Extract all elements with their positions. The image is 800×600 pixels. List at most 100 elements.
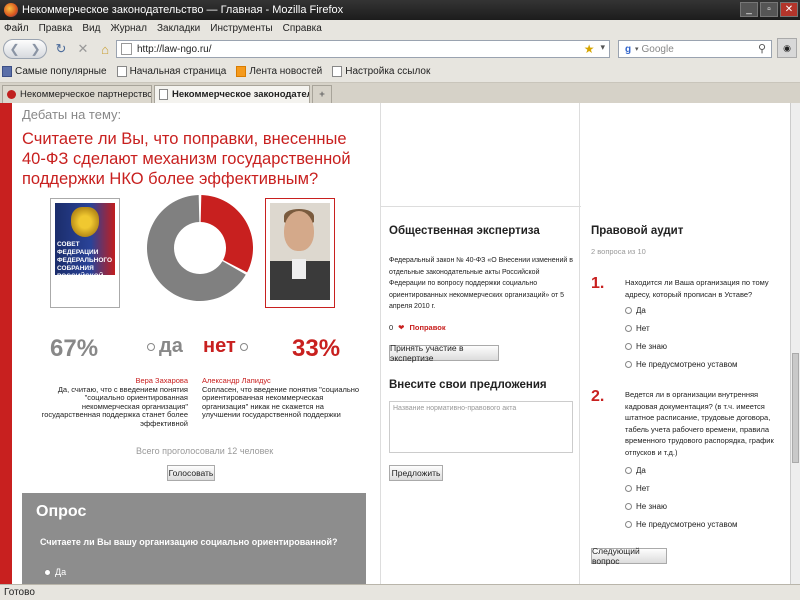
suggest-textarea[interactable]: Название нормативно-правового акта [389,401,573,453]
q1-option-yes[interactable]: Да [625,306,646,315]
total-votes: Всего проголосовали 12 человек [136,446,274,456]
yes-argument: Вера Захарова Да, считаю, что с введение… [40,376,188,428]
tab-page-icon [159,89,168,100]
audit-progress: 2 вопроса из 10 [591,247,646,256]
bookmark-most-visited[interactable]: Самые популярные [2,66,107,77]
person-face [284,211,314,251]
yes-option[interactable]: да [147,335,183,358]
vote-button[interactable]: Голосовать [167,465,215,481]
vote-donut-chart [146,195,253,301]
no-argument: Александр Лапидус Сопласен, что введение… [202,376,362,420]
menu-bar: Файл Правка Вид Журнал Закладки Инструме… [0,20,800,37]
search-magnifier-icon[interactable]: ⚲ [758,42,766,55]
poll-answer-yes[interactable]: Да [44,567,66,577]
bookmark-customize-links[interactable]: Настройка ссылок [332,66,430,77]
url-bar[interactable]: http://law-ngo.ru/ ★ ▾ [116,40,610,58]
close-window-button[interactable]: ✕ [780,2,798,17]
debate-heading: Дебаты на тему: [22,107,122,122]
poll-yes-radio[interactable] [44,568,51,576]
window-controls: _ ▫ ✕ [740,2,798,17]
firefox-icon [4,3,18,17]
yes-percentage: 67% [50,335,99,362]
audit-title: Правовой аудит [591,225,684,237]
join-expertise-button[interactable]: Принять участие в экспертизе [389,343,499,363]
menu-tools[interactable]: Инструменты [210,23,272,34]
q2-option-no[interactable]: Нет [625,484,650,493]
search-placeholder: Google [641,43,674,55]
bookmarks-toolbar: Самые популярные Начальная страница Лент… [0,61,800,83]
home-icon[interactable]: ⌂ [95,40,115,58]
maximize-button[interactable]: ▫ [760,2,778,17]
poll-panel: Опрос Считаете ли Вы вашу организацию со… [22,493,366,584]
poll-question: Считаете ли Вы вашу организацию социальн… [40,537,338,547]
url-dropdown-icon[interactable]: ▾ [600,42,605,56]
rss-icon [236,66,247,77]
tab-legislation[interactable]: Некоммерческое законодатель... ✕ [154,85,310,103]
opponent-portrait [265,198,335,308]
no-radio[interactable] [239,342,248,351]
expertise-text: Федеральный закон № 40-ФЗ «О Внесении из… [389,257,573,310]
q2-option-yes[interactable]: Да [625,466,646,475]
question-2-number: 2. [591,388,605,405]
no-option[interactable]: нет [203,335,248,358]
back-arrow-icon[interactable]: ❮ [9,42,19,56]
page-content: Дебаты на тему: Считаете ли Вы, что попр… [0,103,790,584]
back-forward-buttons: ❮ ❯ [3,39,47,59]
q2-option-not-provided[interactable]: Не предусмотрено уставом [625,520,738,529]
scrollbar-thumb[interactable] [792,353,799,463]
reload-icon[interactable]: ↻ [51,40,71,58]
flag-caption: СОВЕТ ФЕДЕРАЦИИ ФЕДЕРАЛЬНОГО СОБРАНИЯ РО… [57,241,113,275]
question-2-text: Ведется ли в организации внутренняя кадр… [625,390,774,457]
q1-option-dontknow[interactable]: Не знаю [625,342,667,351]
next-question-button[interactable]: Следующий вопрос [591,546,667,566]
search-bar[interactable]: g ▾ Google [618,40,772,58]
comment-icon: ❤ [398,323,405,332]
vertical-scrollbar[interactable] [790,103,800,584]
question-1-number: 1. [591,275,605,292]
amendments-count: 0 ❤ Поправок [389,323,446,332]
suggest-title: Внесите свои предложения [389,379,547,391]
tab-strip: Некоммерческое партнерство «Юрис...» Нек… [0,83,800,103]
window-title: Некоммерческое законодательство — Главна… [22,4,344,16]
donut-slice-no [200,195,253,273]
status-bar: Готово [0,584,800,600]
q1-option-not-provided[interactable]: Не предусмотрено уставом [625,360,738,369]
menu-edit[interactable]: Правка [39,23,73,34]
audit-column: Правовой аудит 2 вопроса из 10 1. Находи… [581,103,790,584]
yes-argument-text: Да, считаю, что с введением понятия "соц… [41,384,188,428]
menu-file[interactable]: Файл [4,23,29,34]
url-text: http://law-ngo.ru/ [137,43,212,55]
propose-button[interactable]: Предложить [389,465,443,481]
page-icon [332,66,343,77]
tab-favicon-icon [7,90,16,99]
new-tab-button[interactable]: + [312,85,332,103]
forward-arrow-icon[interactable]: ❯ [30,42,40,56]
q1-option-no[interactable]: Нет [625,324,650,333]
debate-question: Считаете ли Вы, что поправки, внесенные … [22,130,351,188]
left-red-stripe [0,103,12,584]
stop-icon[interactable]: ✕ [73,40,93,58]
google-icon[interactable]: g [621,42,635,56]
tab-partnership[interactable]: Некоммерческое партнерство «Юрис...» [2,85,152,103]
bookmark-start-page[interactable]: Начальная страница [116,66,226,77]
window-titlebar: Некоммерческое законодательство — Главна… [0,0,800,20]
page-favicon-icon [121,43,132,55]
bookmark-star-icon[interactable]: ★ [584,42,595,56]
no-percentage: 33% [292,335,341,362]
federation-council-image: СОВЕТ ФЕДЕРАЦИИ ФЕДЕРАЛЬНОГО СОБРАНИЯ РО… [50,198,120,308]
menu-history[interactable]: Журнал [110,23,147,34]
no-argument-text: Сопласен, что введение понятия "социальн… [202,384,360,419]
coat-of-arms-icon [71,207,99,237]
q2-option-dontknow[interactable]: Не знаю [625,502,667,511]
status-text: Готово [4,587,35,598]
menu-help[interactable]: Справка [283,23,322,34]
menu-view[interactable]: Вид [82,23,100,34]
poll-title: Опрос [36,503,87,520]
minimize-button[interactable]: _ [740,2,758,17]
bookmark-news-feed[interactable]: Лента новостей [236,66,322,77]
menu-bookmarks[interactable]: Закладки [157,23,200,34]
amendments-link[interactable]: Поправок [409,323,445,332]
question-1-text: Находится ли Ваша организация по тому ад… [625,278,769,299]
yes-radio[interactable] [147,342,155,351]
page-icon [116,66,127,77]
